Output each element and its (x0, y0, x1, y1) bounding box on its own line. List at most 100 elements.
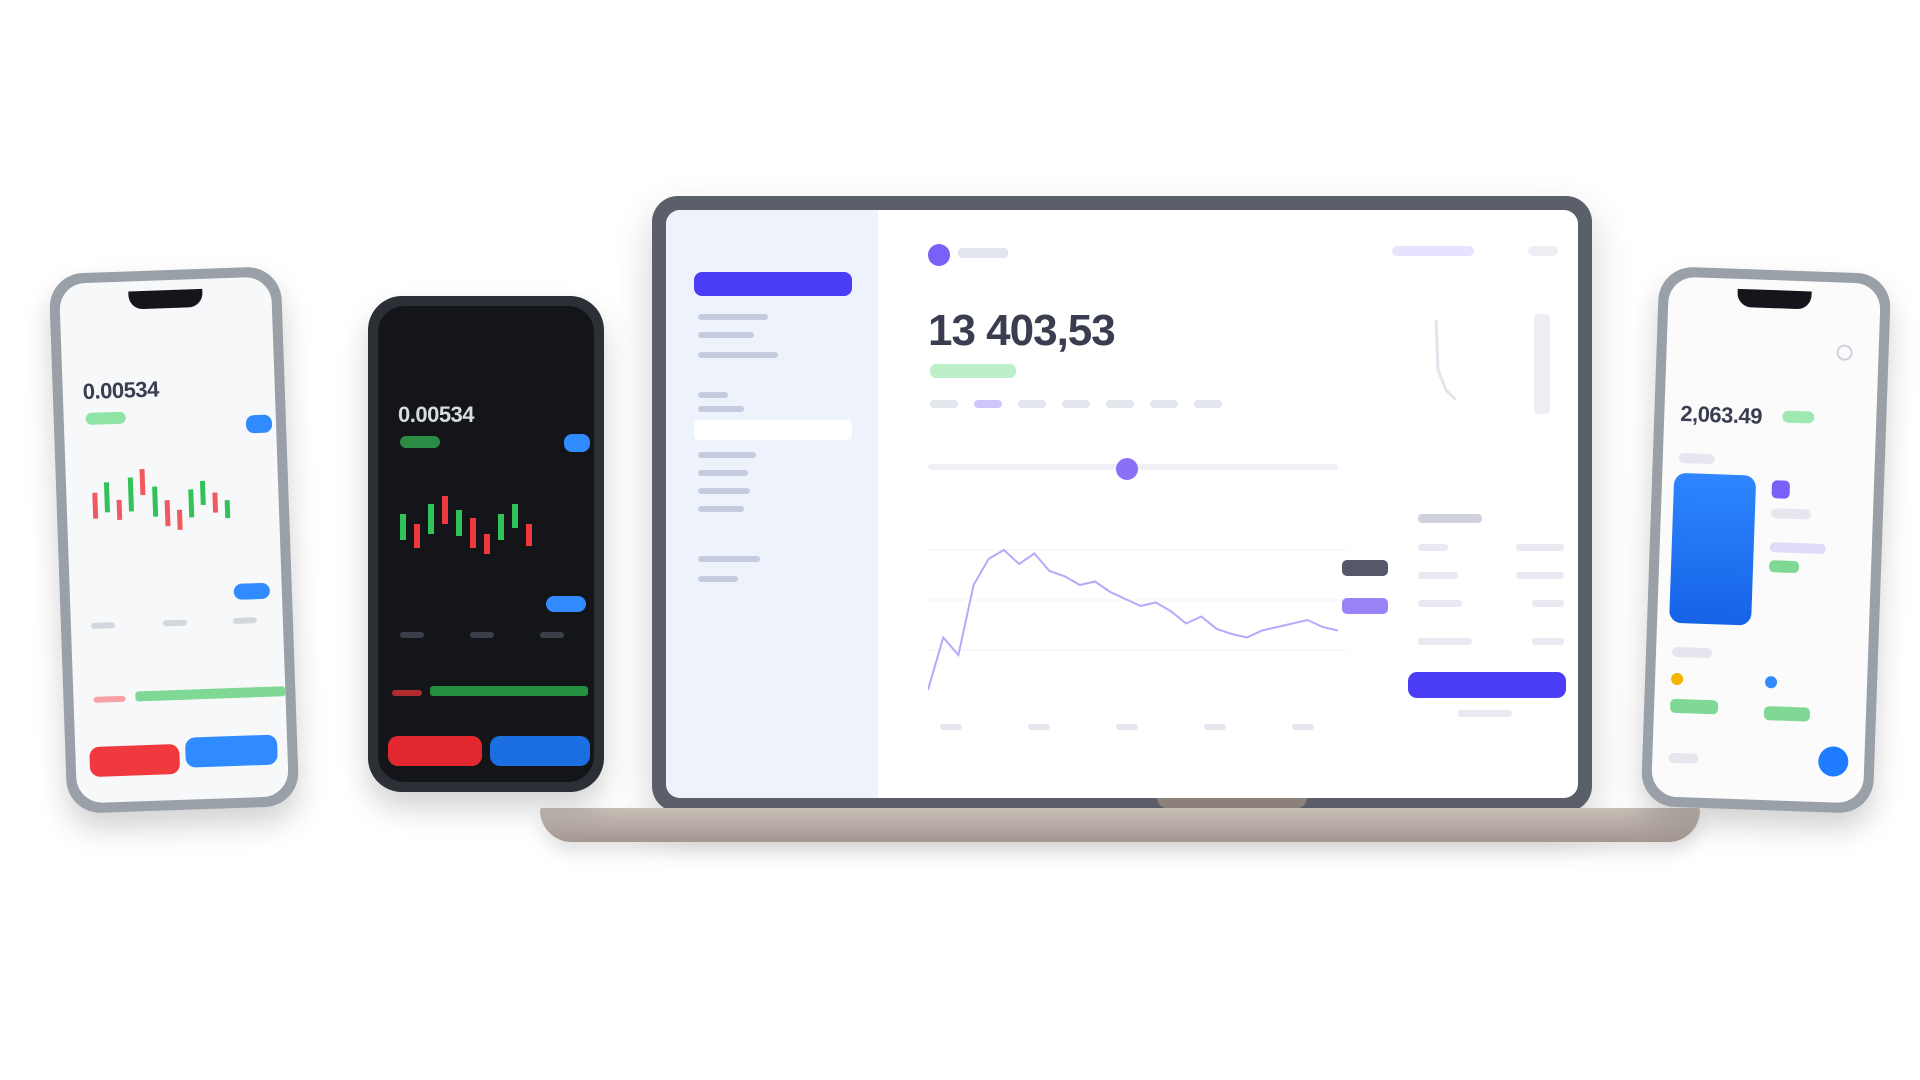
sidebar-item[interactable] (698, 452, 756, 458)
phone-screen: 0.00534 (378, 306, 594, 782)
section-label (1668, 752, 1699, 764)
chart-toggle-button[interactable] (564, 434, 590, 452)
stat-bar (162, 619, 187, 627)
x-axis-tick (940, 724, 962, 730)
sidebar-item-active[interactable] (694, 420, 852, 440)
price-marker (233, 582, 271, 600)
stat-bar (540, 632, 564, 638)
buy-button[interactable] (490, 736, 590, 766)
change-badge (400, 436, 440, 448)
coin-icon (1670, 672, 1684, 686)
change-badge (930, 364, 1016, 378)
sidebar-primary-button[interactable] (694, 272, 852, 296)
panel-value (1532, 638, 1564, 645)
phone-notch (128, 288, 203, 310)
chart-toggle-button[interactable] (245, 414, 273, 434)
asset-price: 0.00534 (82, 376, 160, 405)
balance-value: 13 403,53 (928, 306, 1116, 355)
brand-name (958, 248, 1008, 258)
laptop-hinge (1157, 798, 1307, 808)
change-badge (1782, 410, 1815, 424)
logo-circle-icon[interactable] (928, 244, 950, 266)
sell-depth-bar (392, 690, 422, 696)
timeline-slider-knob[interactable] (1116, 458, 1138, 480)
panel-value (1516, 572, 1564, 579)
laptop: 13 403,53 (652, 196, 1592, 812)
coin-change (1763, 706, 1811, 722)
web-sidebar (666, 210, 878, 798)
stat-bar (400, 632, 424, 638)
range-tab[interactable] (1106, 400, 1134, 408)
stat-bar (470, 632, 494, 638)
panel-value (1516, 544, 1564, 551)
sidebar-item[interactable] (698, 352, 778, 358)
panel-label (1418, 638, 1472, 645)
section-label (1671, 646, 1713, 659)
x-axis-tick (1292, 724, 1314, 730)
panel-label (1418, 600, 1462, 607)
sell-button[interactable] (388, 736, 482, 766)
price-tag-current (1342, 560, 1388, 576)
price-line (928, 548, 1339, 691)
sidebar-item[interactable] (698, 470, 748, 476)
candlestick-chart (400, 496, 532, 554)
sidebar-item[interactable] (698, 332, 754, 338)
candles (92, 468, 231, 530)
sell-button[interactable] (89, 743, 181, 778)
token-label (1770, 508, 1812, 520)
range-tab[interactable] (1062, 400, 1090, 408)
panel-heading (1418, 514, 1482, 523)
featured-card[interactable] (1669, 472, 1757, 626)
portfolio-value: 2,063.49 (1679, 400, 1763, 429)
settings-icon[interactable] (1836, 344, 1853, 361)
stat-bar (232, 617, 257, 624)
range-tab[interactable] (1194, 400, 1222, 408)
buy-button[interactable] (1408, 672, 1566, 698)
coin-icon (1764, 676, 1778, 689)
sidebar-item[interactable] (698, 488, 750, 494)
panel-footnote (1458, 710, 1512, 717)
sell-depth-bar (93, 695, 126, 703)
buy-depth-bar (430, 686, 588, 696)
price-marker (546, 596, 586, 612)
phone-screen: 0.00534 (58, 276, 290, 804)
fab-button[interactable] (1817, 745, 1849, 777)
panel-value (1532, 600, 1564, 607)
section-label (1678, 452, 1715, 465)
buy-depth-bar (135, 686, 286, 702)
panel-label (1418, 572, 1458, 579)
web-app-screen: 13 403,53 (666, 210, 1578, 798)
range-tab[interactable] (930, 400, 958, 408)
sidebar-item[interactable] (698, 506, 744, 512)
stat-bar (90, 622, 116, 629)
candlestick-chart (92, 468, 231, 530)
x-axis-tick (1028, 724, 1050, 730)
token-icon (1771, 480, 1791, 499)
phone-notch (449, 316, 523, 334)
header-link[interactable] (1392, 246, 1474, 256)
order-book (1434, 314, 1550, 414)
x-axis-tick (1204, 724, 1226, 730)
device-showcase: 13 403,53 0.00534 0.00534 2,063.49 (0, 0, 1920, 1080)
range-tab[interactable] (1018, 400, 1046, 408)
sidebar-item[interactable] (698, 406, 744, 412)
phone-light-left: 0.00534 (48, 266, 300, 814)
sidebar-section-label (698, 392, 728, 398)
panel-label (1418, 544, 1448, 551)
buy-button[interactable] (184, 734, 278, 768)
phone-light-right: 2,063.49 (1640, 266, 1892, 814)
phone-dark: 0.00534 (368, 296, 604, 792)
range-tab-selected[interactable] (974, 400, 1002, 408)
sidebar-item[interactable] (698, 314, 768, 320)
sidebar-item[interactable] (698, 576, 738, 582)
change-badge (85, 411, 126, 426)
user-menu[interactable] (1528, 246, 1558, 256)
coin-change (1669, 698, 1719, 715)
phone-notch (1737, 288, 1812, 310)
token-tag (1769, 542, 1826, 555)
range-tab[interactable] (1150, 400, 1178, 408)
candles (400, 496, 532, 554)
phone-screen: 2,063.49 (1650, 276, 1882, 804)
laptop-base (540, 808, 1700, 842)
sidebar-item[interactable] (698, 556, 760, 562)
